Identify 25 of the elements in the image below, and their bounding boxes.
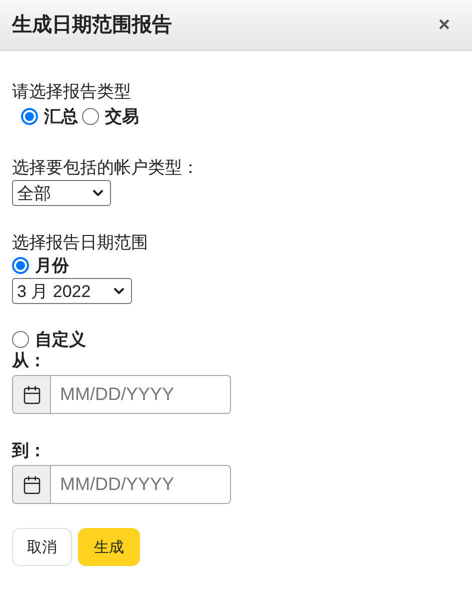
dropdown[interactable]: 全部 [12, 180, 111, 206]
calendar-icon [22, 384, 42, 404]
radio-button[interactable] [21, 108, 38, 125]
radio-button[interactable] [12, 257, 29, 274]
generate-button[interactable]: 生成 [78, 528, 140, 566]
radio-label: 自定义 [35, 329, 86, 350]
dialog-title: 生成日期范围报告 [12, 13, 172, 38]
radio-label: 交易 [105, 106, 139, 127]
field-label: 从： [12, 350, 47, 371]
radio-button[interactable] [82, 108, 99, 125]
cancel-button[interactable]: 取消 [12, 528, 72, 566]
date-field[interactable]: MM/DD/YYYY [51, 465, 231, 504]
section-label: 请选择报告类型 [12, 81, 132, 102]
dropdown[interactable]: 3 月 2022 [12, 278, 132, 304]
section-label: 选择报告日期范围 [12, 232, 149, 253]
calendar-addon[interactable] [12, 465, 51, 504]
calendar-icon [22, 474, 42, 494]
section-label: 选择要包括的帐户类型： [12, 157, 200, 178]
radio-label: 汇总 [44, 106, 78, 127]
radio-label: 月份 [35, 255, 69, 276]
close-button[interactable]: × [438, 10, 450, 40]
calendar-addon[interactable] [12, 375, 51, 414]
radio-button[interactable] [12, 331, 29, 348]
field-label: 到： [12, 440, 47, 461]
date-field[interactable]: MM/DD/YYYY [51, 375, 231, 414]
